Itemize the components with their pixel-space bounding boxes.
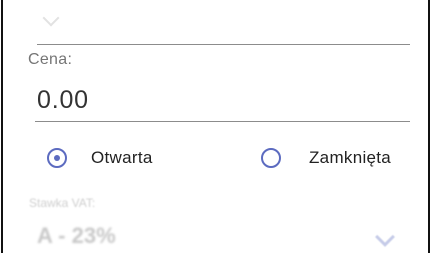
vat-label: Stawka VAT: (29, 196, 96, 210)
radio-closed[interactable]: Zamknięta (261, 143, 391, 173)
price-label: Cena: (28, 51, 73, 68)
radio-selected-icon[interactable] (47, 148, 67, 168)
chevron-down-icon (42, 9, 60, 27)
radio-open-label: Otwarta (91, 148, 153, 167)
price-input[interactable] (35, 80, 410, 122)
radio-unselected-icon[interactable] (261, 148, 281, 168)
vat-select[interactable]: A - 23% (37, 223, 116, 249)
radio-closed-label: Zamknięta (309, 148, 392, 167)
radio-open[interactable]: Otwarta (47, 143, 153, 173)
radio-dot-icon (54, 155, 60, 161)
chevron-down-icon[interactable] (375, 227, 395, 247)
form-panel: Cena: Otwarta Zamknięta Stawka VAT: A - … (1, 0, 430, 253)
previous-dropdown-field[interactable] (37, 0, 410, 45)
